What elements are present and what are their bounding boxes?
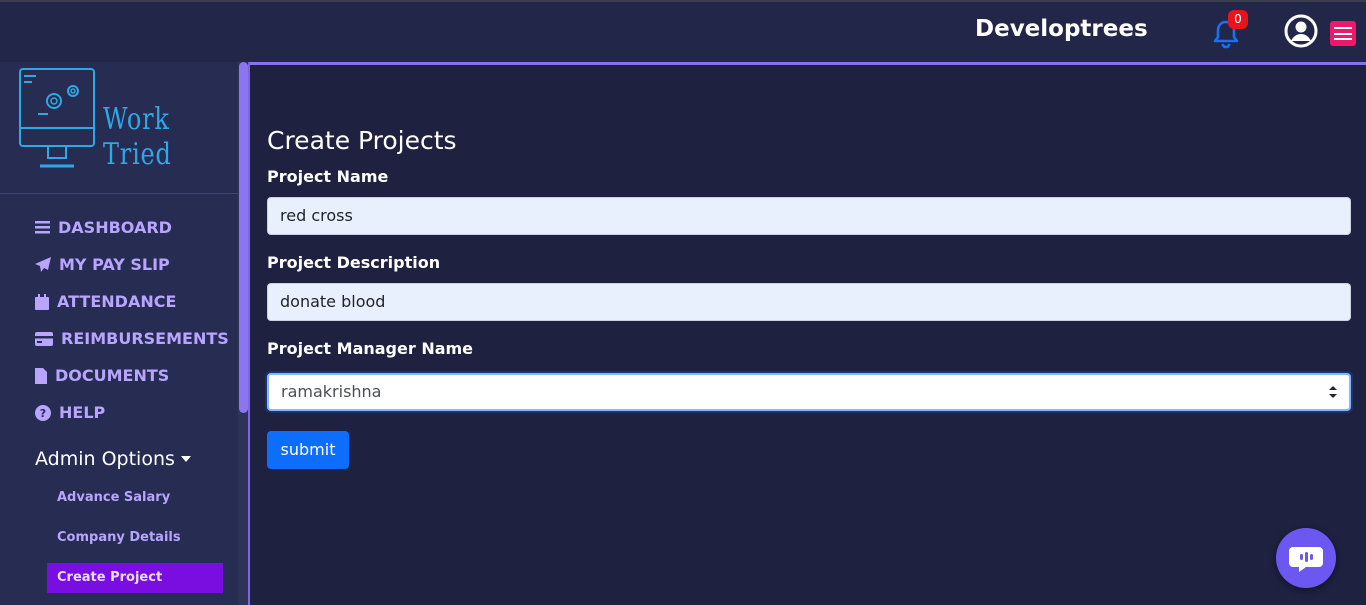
- bars-icon: [35, 221, 50, 234]
- monitor-gear-icon: [19, 68, 95, 168]
- project-name-input[interactable]: red cross: [267, 197, 1351, 235]
- brand-name[interactable]: Developtrees: [975, 16, 1148, 42]
- top-navbar: Developtrees 0: [0, 0, 1366, 62]
- paper-plane-icon: [35, 257, 51, 272]
- admin-item-company-details[interactable]: Company Details: [57, 530, 181, 545]
- file-icon: [35, 367, 47, 384]
- project-name-label: Project Name: [267, 167, 389, 186]
- select-arrows-icon: [1329, 386, 1337, 398]
- admin-item-advance-salary[interactable]: Advance Salary: [57, 490, 170, 505]
- question-circle-icon: ?: [35, 404, 51, 421]
- svg-text:?: ?: [40, 407, 46, 420]
- credit-card-icon: [35, 331, 53, 346]
- project-manager-selected-value: ramakrishna: [281, 382, 382, 401]
- sidebar-item-help[interactable]: ? HELP: [35, 403, 105, 422]
- caret-down-icon: [180, 456, 191, 462]
- chat-widget-button[interactable]: [1276, 528, 1336, 588]
- user-circle-icon[interactable]: [1284, 14, 1318, 48]
- sidebar-item-label: MY PAY SLIP: [59, 255, 170, 274]
- header-divider: [240, 62, 1366, 65]
- project-manager-select[interactable]: ramakrishna: [267, 373, 1351, 411]
- sidebar-item-label: DASHBOARD: [58, 218, 172, 237]
- notification-badge: 0: [1228, 10, 1248, 29]
- project-description-label: Project Description: [267, 253, 441, 272]
- sidebar-item-label: HELP: [59, 403, 106, 422]
- logo-text: Work Tried: [103, 102, 172, 172]
- page-title: Create Projects: [267, 126, 457, 155]
- sidebar-item-my-pay-slip[interactable]: MY PAY SLIP: [35, 255, 170, 274]
- sidebar-item-label: DOCUMENTS: [55, 366, 170, 385]
- sidebar-item-label: ATTENDANCE: [57, 292, 177, 311]
- sidebar-item-attendance[interactable]: ATTENDANCE: [35, 292, 176, 311]
- sidebar-item-dashboard[interactable]: DASHBOARD: [35, 218, 172, 237]
- hamburger-menu-icon[interactable]: [1330, 21, 1356, 46]
- submit-button[interactable]: submit: [267, 431, 349, 469]
- project-manager-label: Project Manager Name: [267, 339, 474, 358]
- sidebar-item-reimbursements[interactable]: REIMBURSEMENTS: [35, 329, 229, 348]
- sidebar-scrollbar-thumb[interactable]: [239, 62, 248, 413]
- project-description-input[interactable]: donate blood: [267, 283, 1351, 321]
- logo[interactable]: Work Tried: [0, 62, 238, 194]
- admin-options-toggle[interactable]: Admin Options: [35, 448, 191, 470]
- calendar-icon: [35, 293, 49, 310]
- sidebar-border: [248, 62, 250, 605]
- sidebar-item-label: REIMBURSEMENTS: [61, 329, 229, 348]
- admin-options-title: Admin Options: [35, 448, 175, 470]
- sidebar-item-documents[interactable]: DOCUMENTS: [35, 366, 169, 385]
- admin-item-create-project[interactable]: Create Project: [47, 563, 223, 593]
- chat-bubble-icon: [1289, 547, 1323, 572]
- sidebar: Work Tried DASHBOARD MY PAY SLIP ATTENDA…: [0, 62, 238, 605]
